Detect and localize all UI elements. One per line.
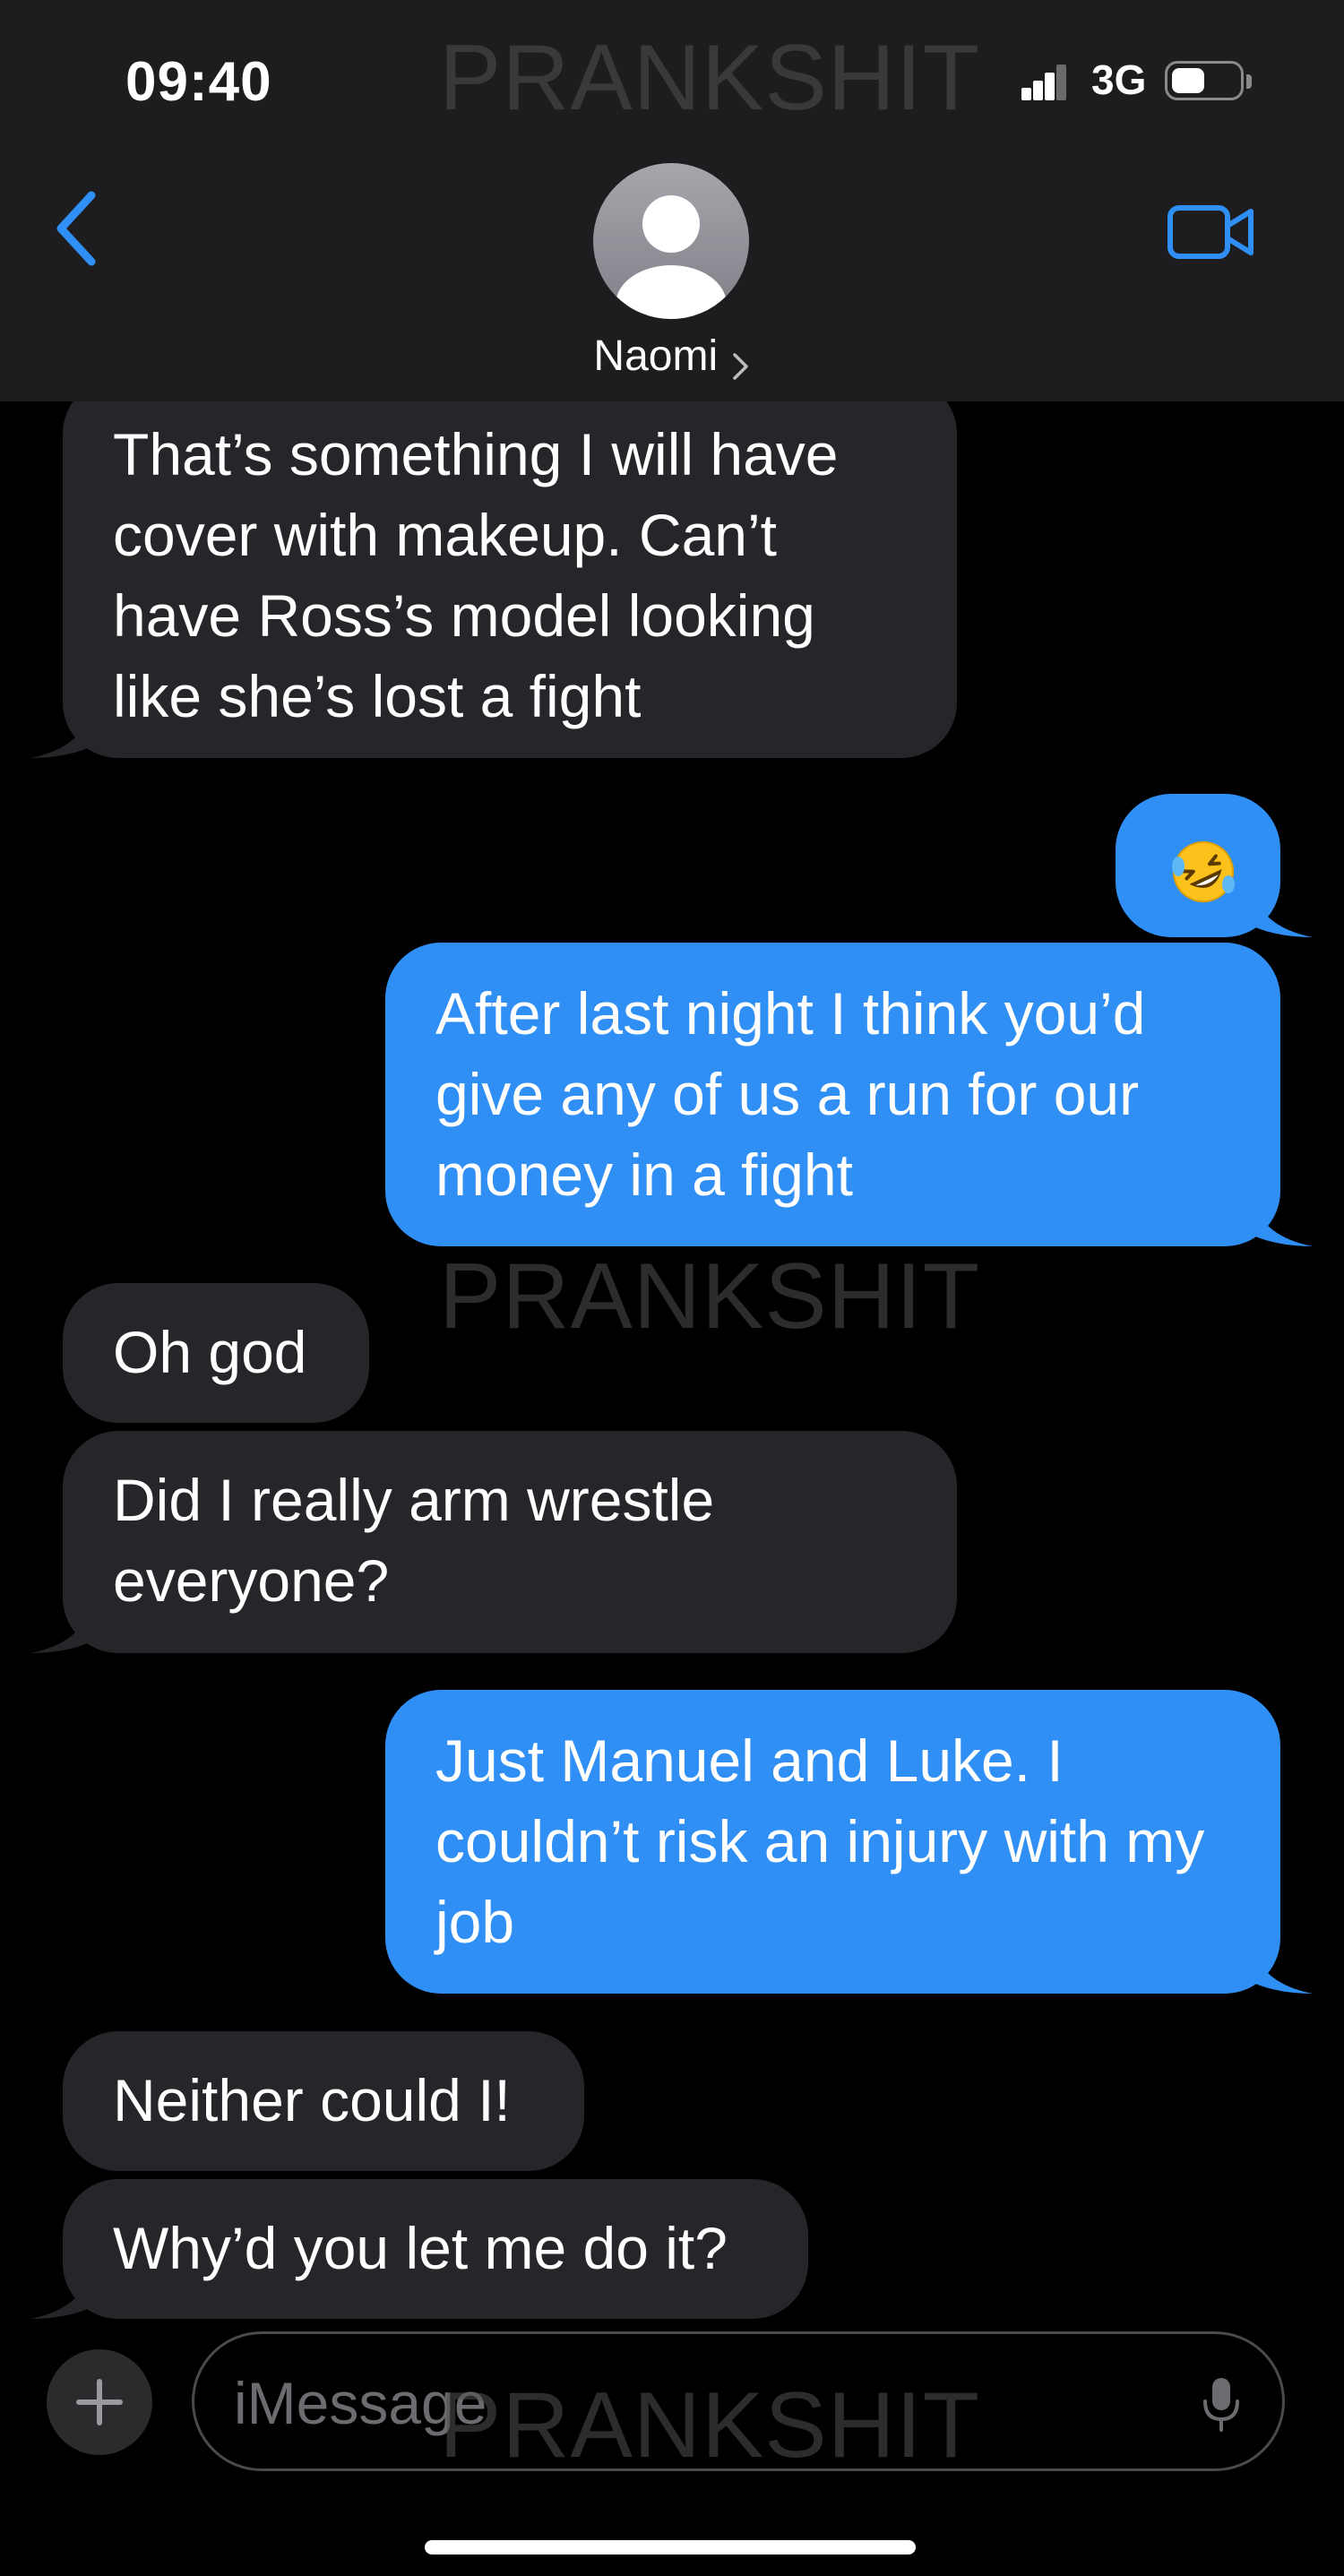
outgoing-message[interactable]: Just Manuel and Luke. I couldn’t risk an… xyxy=(385,1690,1313,1994)
incoming-message[interactable]: That’s something I will have cover with … xyxy=(30,378,957,758)
incoming-message[interactable]: Neither could I! xyxy=(63,2031,584,2171)
imessage-field[interactable] xyxy=(192,2331,1285,2471)
message-text: Oh god xyxy=(113,1319,307,1385)
incoming-message[interactable]: Oh god xyxy=(63,1283,369,1423)
message-text: That’s something I will have cover with … xyxy=(113,421,839,729)
incoming-message[interactable]: Did I really arm wrestle everyone? xyxy=(30,1431,957,1653)
dictation-button[interactable] xyxy=(1199,2374,1244,2437)
contact-name: Naomi xyxy=(593,332,719,380)
signal-strength-icon xyxy=(1021,63,1066,100)
person-silhouette-icon xyxy=(616,195,727,319)
contact-avatar[interactable] xyxy=(593,163,749,319)
home-indicator[interactable] xyxy=(425,2540,916,2554)
network-type: 3G xyxy=(1091,56,1147,103)
incoming-message[interactable]: Why’d you let me do it? xyxy=(30,2179,808,2319)
plus-icon xyxy=(76,2379,123,2425)
navigation-header: 09:40 3G Naomi xyxy=(0,0,1344,401)
facetime-video-button[interactable] xyxy=(1167,204,1256,260)
message-text: Why’d you let me do it? xyxy=(113,2215,728,2281)
message-text: After last night I think you’d give any … xyxy=(435,980,1146,1208)
status-time: 09:40 xyxy=(125,51,272,113)
message-text: Just Manuel and Luke. I couldn’t risk an… xyxy=(435,1727,1205,1955)
apps-plus-button[interactable] xyxy=(47,2349,152,2455)
rolling-on-floor-laughing-emoji-icon xyxy=(1172,841,1235,902)
message-text: Neither could I! xyxy=(113,2067,511,2133)
microphone-icon xyxy=(1203,2378,1239,2432)
contact-details-link[interactable]: Naomi xyxy=(0,332,1344,382)
message-input[interactable] xyxy=(232,2366,1132,2440)
video-camera-icon xyxy=(1167,205,1254,259)
back-button[interactable] xyxy=(50,188,104,269)
battery-icon xyxy=(1165,61,1252,100)
message-text: Did I really arm wrestle everyone? xyxy=(113,1467,715,1614)
chevron-left-icon xyxy=(56,191,96,266)
watermark: PRANKSHIT xyxy=(439,1245,981,1348)
outgoing-message[interactable]: After last night I think you’d give any … xyxy=(385,943,1313,1246)
chevron-right-icon xyxy=(732,353,748,380)
